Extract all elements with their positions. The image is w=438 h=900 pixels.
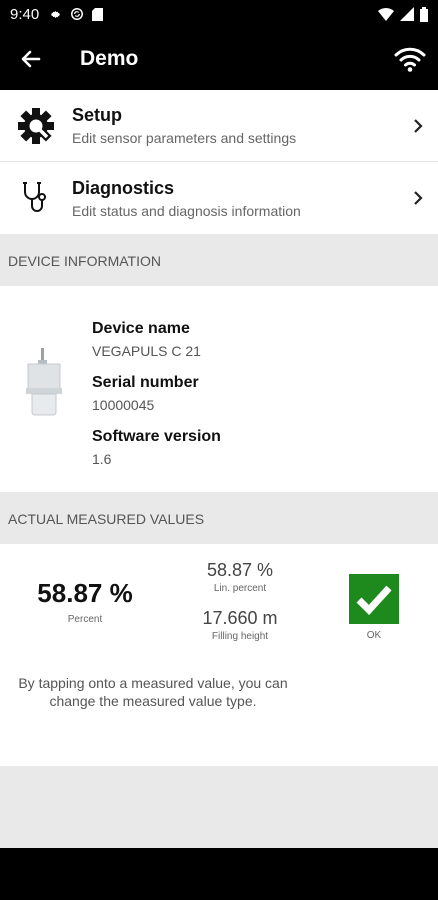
software-version-label: Software version [92,428,221,445]
device-name-label: Device name [92,320,190,337]
sd-card-status-icon [92,7,104,21]
setup-menu-item[interactable]: Setup Edit sensor parameters and setting… [0,90,438,162]
status-caption: OK [366,630,382,641]
sensor-image [26,348,62,416]
lin-percent-value-block[interactable]: 58.87 % Lin. percent [180,560,300,594]
wifi-icon [394,47,426,72]
measured-values-card: 58.87 % Percent 58.87 % Lin. percent 17.… [0,544,438,766]
gear-icon [18,107,54,144]
setup-subtitle: Edit sensor parameters and settings [72,130,297,146]
chevron-right-icon [414,191,423,205]
status-ok-indicator [349,574,399,624]
status-bar: 9:40 [0,0,438,28]
diagnostics-subtitle: Edit status and diagnosis information [72,202,301,219]
lin-percent-value: 58.87 % [206,560,274,580]
measured-value-hint: By tapping onto a measured value, you ca… [18,675,288,709]
connection-button[interactable] [382,28,438,90]
serial-number-label: Serial number [92,374,199,391]
device-info-card: Device name VEGAPULS C 21 Serial number … [0,286,438,492]
settings-status-icon [50,10,61,18]
filling-height-value: 17.660 m [202,608,278,628]
setup-title: Setup [72,105,123,125]
signal-status-icon [400,7,414,21]
diagnostics-title: Diagnostics [72,177,175,198]
sync-status-icon [71,8,84,20]
back-button[interactable] [0,28,62,90]
app-bar: Demo [0,28,438,90]
main-menu: Setup Edit sensor parameters and setting… [0,90,438,234]
measured-values-header: ACTUAL MEASURED VALUES [0,494,438,544]
lin-percent-caption: Lin. percent [213,583,267,594]
page-title: Demo [80,47,139,70]
device-info-header: DEVICE INFORMATION [0,236,438,286]
stethoscope-icon [23,182,46,212]
device-name-value: VEGAPULS C 21 [92,343,201,359]
software-version-value: 1.6 [92,451,112,467]
checkmark-icon [356,585,392,615]
diagnostics-menu-item[interactable]: Diagnostics Edit status and diagnosis in… [0,162,438,234]
serial-number-value: 10000045 [92,397,155,413]
system-navigation-bar [0,848,438,900]
primary-measured-value[interactable]: 58.87 % [0,578,170,609]
primary-value-caption: Percent [67,614,103,625]
filling-height-caption: Filling height [211,631,269,642]
empty-area [0,766,438,848]
arrow-back-icon [21,50,41,68]
battery-status-icon [420,6,428,22]
status-time: 9:40 [10,5,40,23]
chevron-right-icon [414,118,423,133]
wifi-status-icon [378,8,394,21]
filling-height-value-block[interactable]: 17.660 m Filling height [180,608,300,642]
